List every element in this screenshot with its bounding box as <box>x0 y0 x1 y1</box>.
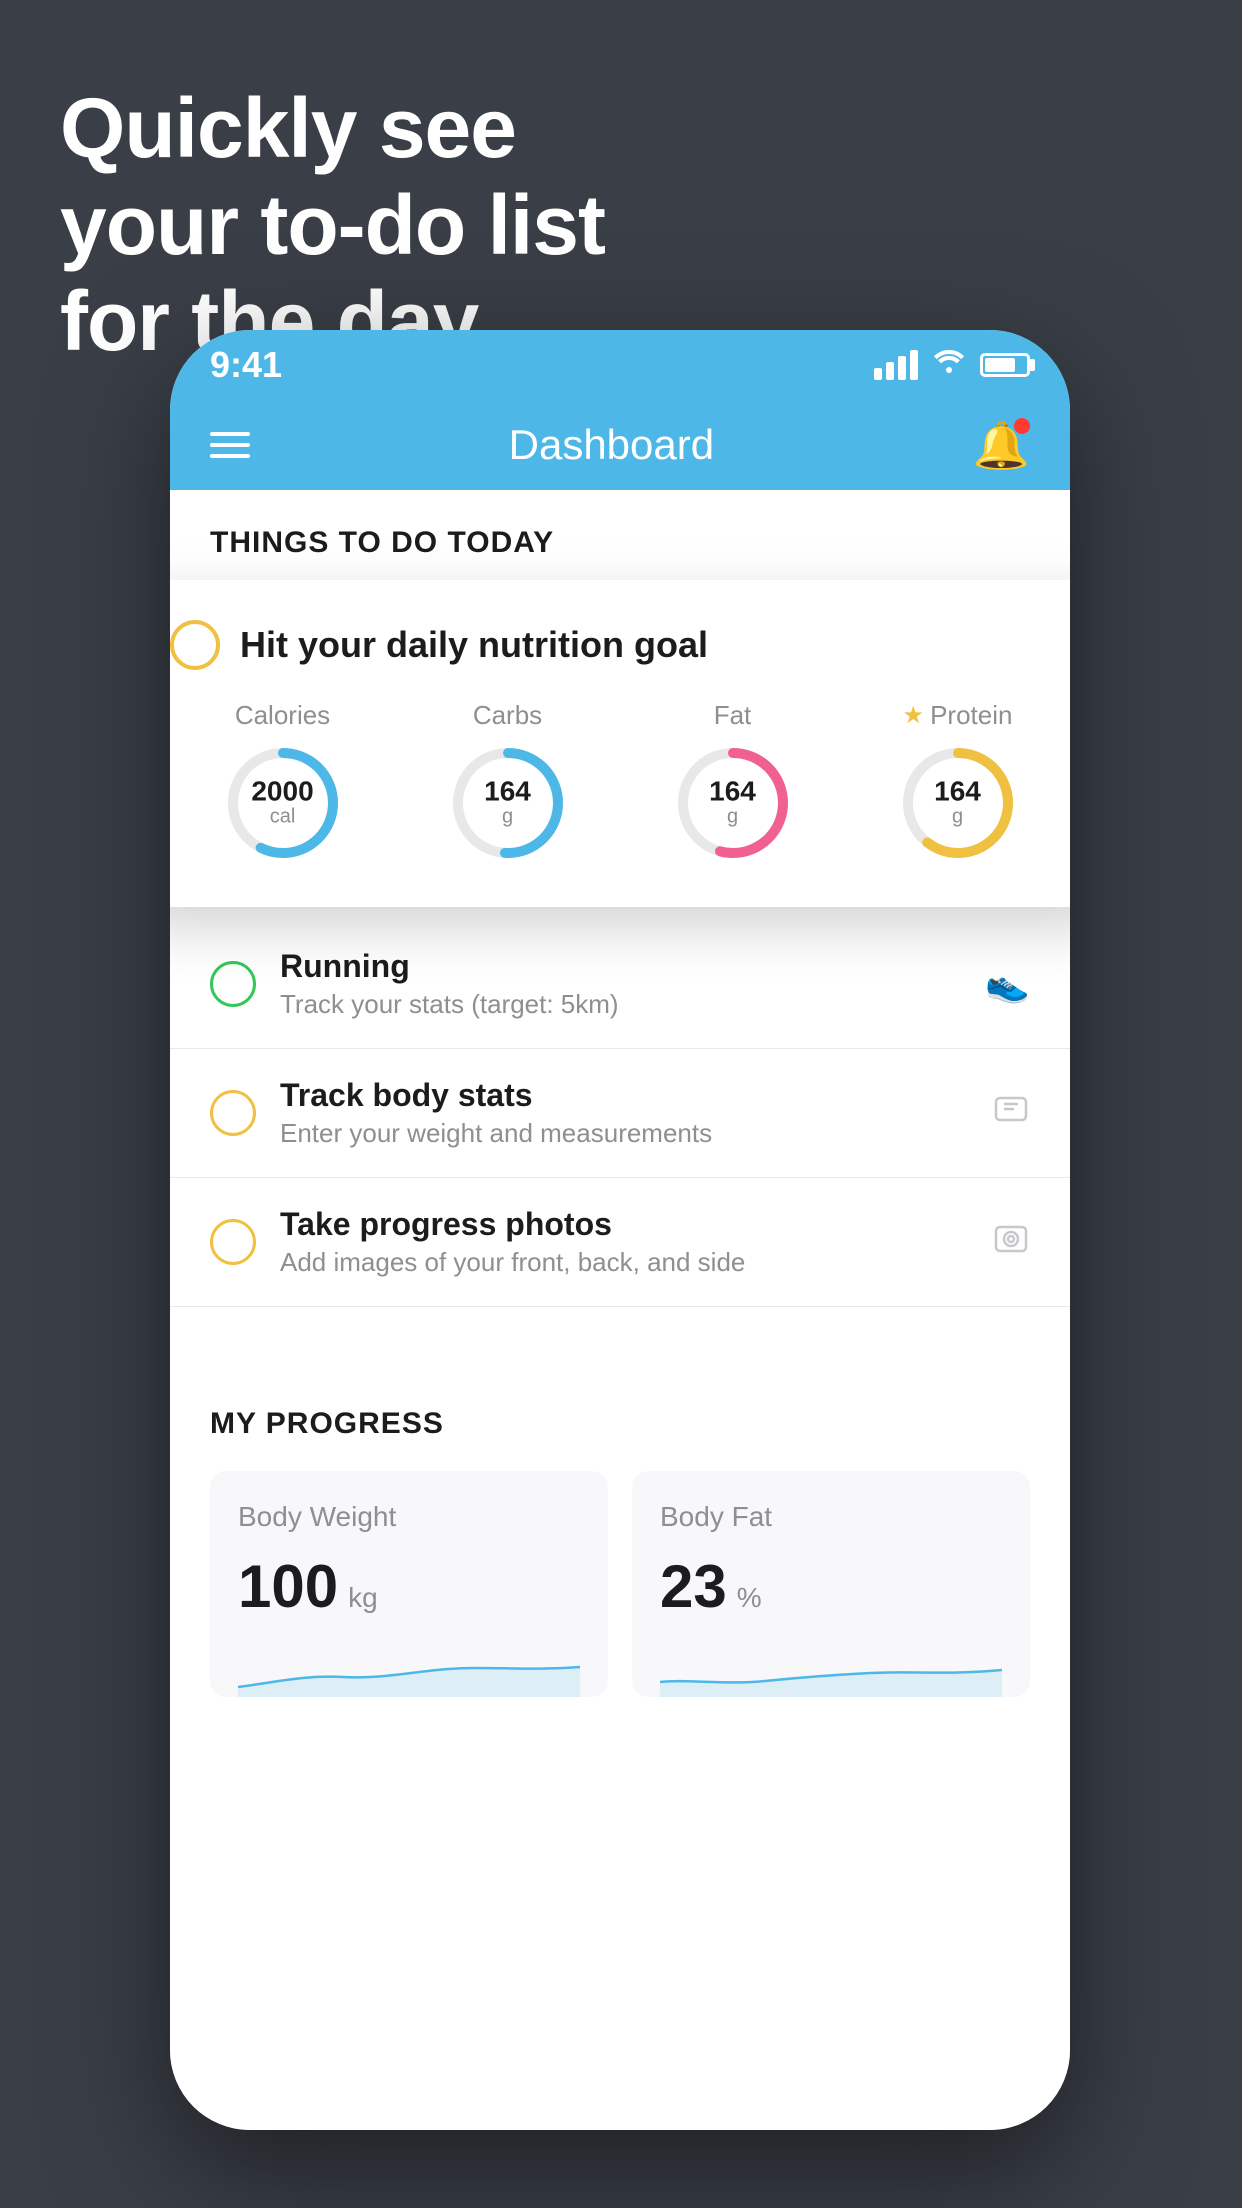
body-fat-card[interactable]: Body Fat 23 % <box>632 1471 1030 1697</box>
progress-section: MY PROGRESS Body Weight 100 kg <box>170 1367 1070 1697</box>
hamburger-menu[interactable] <box>210 432 250 458</box>
nutrition-card: Hit your daily nutrition goal Calories 2… <box>170 580 1070 907</box>
todo-circle-running <box>210 961 256 1007</box>
body-weight-value: 100 <box>238 1557 338 1617</box>
body-weight-chart <box>238 1637 580 1697</box>
fat-chart: 164 g <box>673 743 793 863</box>
notification-dot <box>1014 418 1030 434</box>
carbs-item: Carbs 164 g <box>448 700 568 863</box>
fat-value: 164 <box>709 778 756 806</box>
todo-list: Running Track your stats (target: 5km) 👟… <box>170 920 1070 1307</box>
protein-item: ★ Protein 164 g <box>898 700 1018 863</box>
protein-value: 164 <box>934 778 981 806</box>
protein-label: Protein <box>930 700 1012 731</box>
status-bar: 9:41 <box>170 330 1070 400</box>
body-fat-card-title: Body Fat <box>660 1501 1002 1533</box>
body-fat-chart <box>660 1637 1002 1697</box>
todo-circle-photos <box>210 1219 256 1265</box>
protein-chart: 164 g <box>898 743 1018 863</box>
nutrition-check-circle[interactable] <box>170 620 220 670</box>
todo-item-body-stats[interactable]: Track body stats Enter your weight and m… <box>170 1049 1070 1178</box>
things-todo-header: THINGS TO DO TODAY <box>170 490 1070 580</box>
notifications-button[interactable]: 🔔 <box>973 418 1030 473</box>
todo-title-photos: Take progress photos <box>280 1206 968 1243</box>
fat-label: Fat <box>714 700 752 731</box>
headline-text: Quickly see your to-do list for the day. <box>60 80 605 370</box>
carbs-label: Carbs <box>473 700 542 731</box>
calories-label: Calories <box>235 700 330 731</box>
status-time: 9:41 <box>210 344 282 386</box>
progress-cards: Body Weight 100 kg Body Fat <box>210 1471 1030 1697</box>
todo-title-running: Running <box>280 948 961 985</box>
body-weight-unit: kg <box>348 1582 378 1614</box>
todo-subtitle-body-stats: Enter your weight and measurements <box>280 1118 968 1149</box>
photo-icon <box>992 1219 1030 1266</box>
phone-mockup: 9:41 Dashboard <box>170 330 1070 2130</box>
body-fat-value-row: 23 % <box>660 1557 1002 1617</box>
todo-text-body-stats: Track body stats Enter your weight and m… <box>280 1077 968 1149</box>
carbs-unit: g <box>484 806 531 829</box>
progress-section-title: MY PROGRESS <box>210 1407 1030 1441</box>
todo-subtitle-running: Track your stats (target: 5km) <box>280 989 961 1020</box>
protein-unit: g <box>934 806 981 829</box>
calories-chart: 2000 cal <box>223 743 343 863</box>
todo-text-running: Running Track your stats (target: 5km) <box>280 948 961 1020</box>
carbs-value: 164 <box>484 778 531 806</box>
star-icon: ★ <box>903 701 925 730</box>
running-icon: 👟 <box>985 963 1030 1005</box>
calories-unit: cal <box>251 806 313 829</box>
body-weight-card[interactable]: Body Weight 100 kg <box>210 1471 608 1697</box>
calories-item: Calories 2000 cal <box>223 700 343 863</box>
todo-title-body-stats: Track body stats <box>280 1077 968 1114</box>
todo-subtitle-photos: Add images of your front, back, and side <box>280 1247 968 1278</box>
status-icons <box>874 348 1030 382</box>
signal-icon <box>874 350 918 380</box>
body-weight-card-title: Body Weight <box>238 1501 580 1533</box>
todo-item-photos[interactable]: Take progress photos Add images of your … <box>170 1178 1070 1307</box>
fat-item: Fat 164 g <box>673 700 793 863</box>
content-area: THINGS TO DO TODAY Hit your daily nutrit… <box>170 490 1070 2130</box>
body-fat-unit: % <box>737 1582 762 1614</box>
todo-circle-body-stats <box>210 1090 256 1136</box>
todo-item-running[interactable]: Running Track your stats (target: 5km) 👟 <box>170 920 1070 1049</box>
nutrition-row: Calories 2000 cal Carbs <box>170 700 1070 863</box>
scale-icon <box>992 1090 1030 1137</box>
body-fat-value: 23 <box>660 1557 727 1617</box>
nav-bar: Dashboard 🔔 <box>170 400 1070 490</box>
body-weight-value-row: 100 kg <box>238 1557 580 1617</box>
carbs-chart: 164 g <box>448 743 568 863</box>
fat-unit: g <box>709 806 756 829</box>
wifi-icon <box>932 348 966 382</box>
battery-icon <box>980 353 1030 377</box>
nav-title: Dashboard <box>509 421 714 469</box>
todo-text-photos: Take progress photos Add images of your … <box>280 1206 968 1278</box>
calories-value: 2000 <box>251 778 313 806</box>
nutrition-card-title: Hit your daily nutrition goal <box>240 624 708 666</box>
